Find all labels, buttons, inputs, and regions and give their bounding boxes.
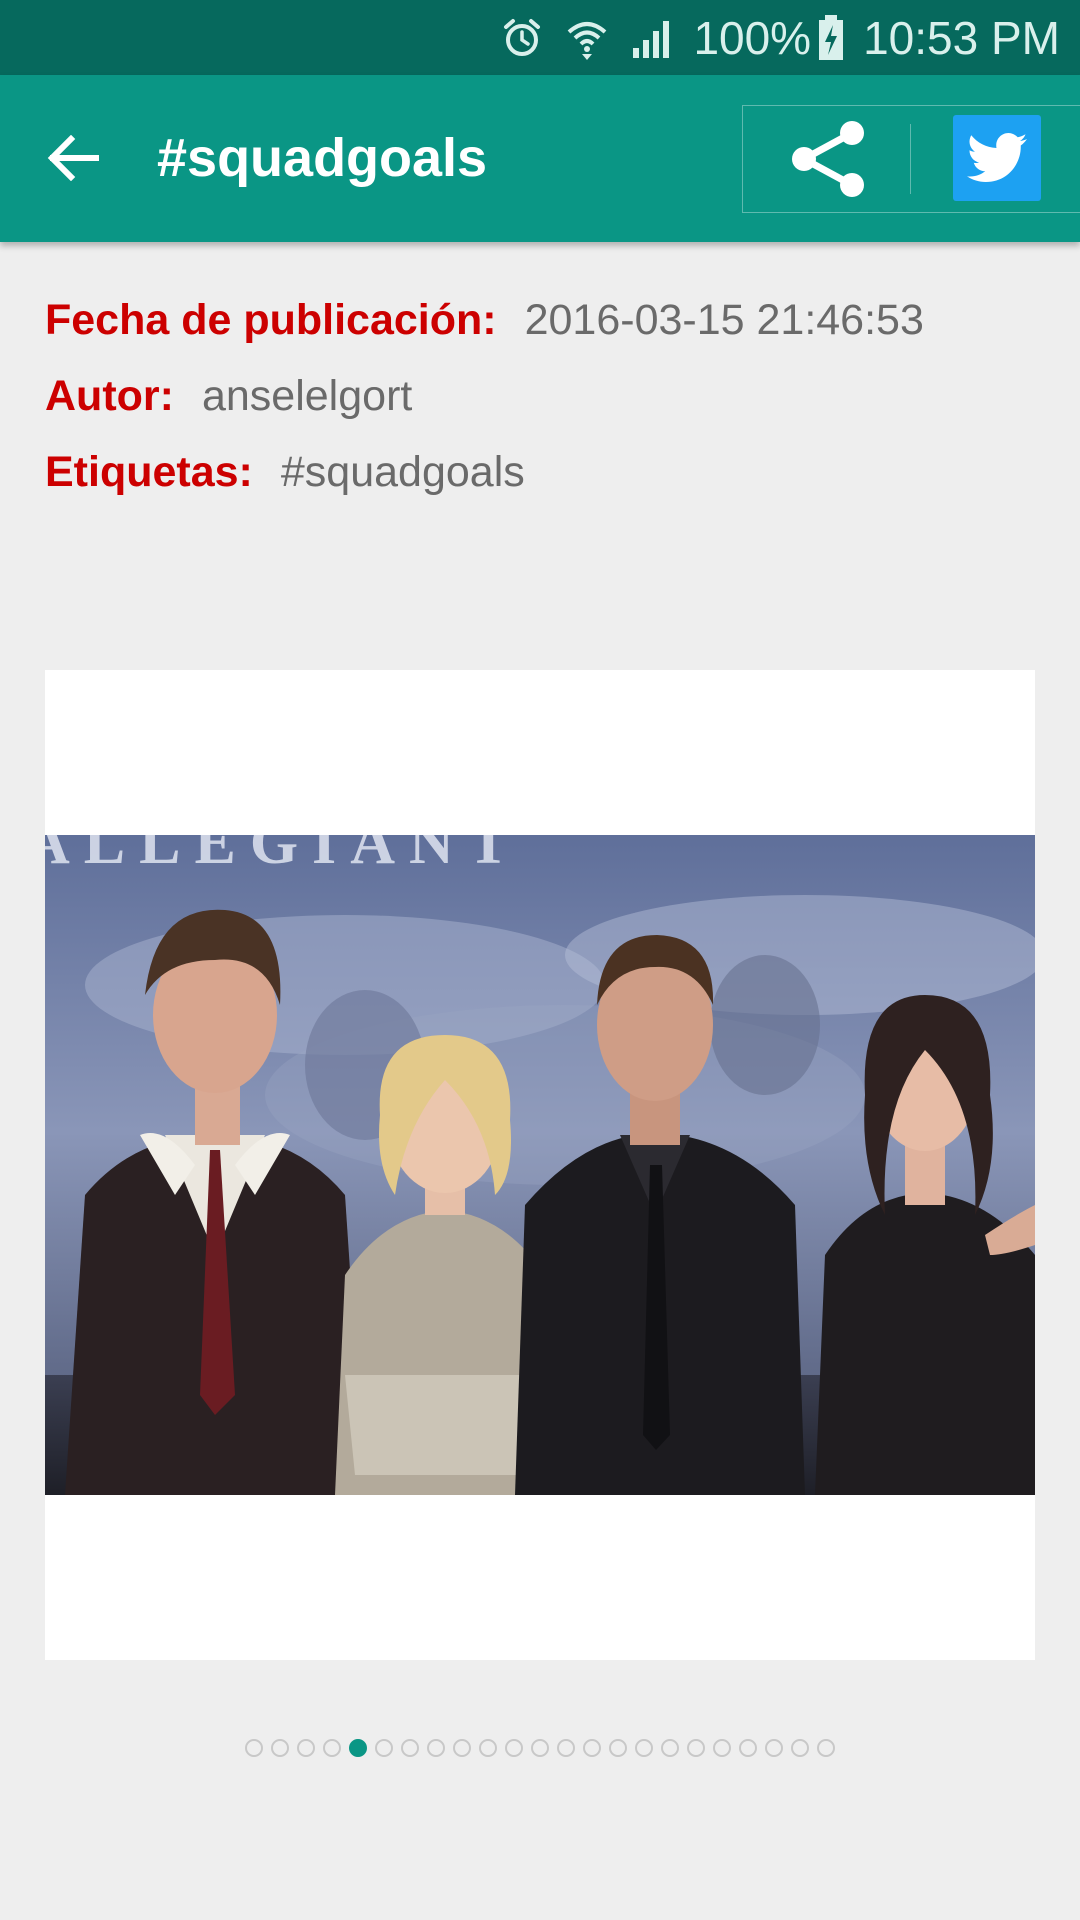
share-button[interactable] — [783, 114, 873, 204]
cell-signal-icon — [631, 18, 675, 58]
pager-dot[interactable] — [609, 1739, 627, 1757]
share-icon — [792, 121, 864, 197]
pager-dot[interactable] — [323, 1739, 341, 1757]
pager-dot[interactable] — [297, 1739, 315, 1757]
pager-dot[interactable] — [557, 1739, 575, 1757]
pager-dot[interactable] — [531, 1739, 549, 1757]
post-photo[interactable]: ALLEGIANT — [45, 835, 1035, 1495]
image-card[interactable]: ALLEGIANT — [45, 670, 1035, 1660]
pager-dot[interactable] — [713, 1739, 731, 1757]
author-value: anselelgort — [201, 372, 413, 420]
pager-dot[interactable] — [635, 1739, 653, 1757]
pager-dot[interactable] — [687, 1739, 705, 1757]
author-row: Autor: anselelgort — [45, 366, 924, 442]
page-title: #squadgoals — [157, 128, 488, 188]
pager-dot[interactable] — [661, 1739, 679, 1757]
back-arrow-icon — [47, 135, 99, 181]
pager-dot[interactable] — [583, 1739, 601, 1757]
date-label: Fecha de publicación: — [45, 296, 497, 344]
action-buttons — [742, 105, 1080, 213]
pager-dot[interactable] — [505, 1739, 523, 1757]
pager-dot[interactable] — [739, 1739, 757, 1757]
pager-dot[interactable] — [271, 1739, 289, 1757]
author-label: Autor: — [45, 372, 174, 420]
pager-dot[interactable] — [427, 1739, 445, 1757]
wifi-icon — [565, 16, 609, 60]
banner-text: ALLEGIANT — [45, 835, 523, 877]
twitter-button[interactable] — [953, 115, 1041, 201]
clock: 10:53 PM — [863, 11, 1060, 64]
pager-dot[interactable] — [401, 1739, 419, 1757]
twitter-icon — [967, 133, 1027, 182]
pager-dot-active[interactable] — [349, 1739, 367, 1757]
tags-value[interactable]: #squadgoals — [281, 448, 525, 496]
pager-dot[interactable] — [479, 1739, 497, 1757]
alarm-icon — [501, 17, 543, 59]
pager-dot[interactable] — [765, 1739, 783, 1757]
back-button[interactable] — [38, 123, 108, 193]
tags-label: Etiquetas: — [45, 448, 253, 496]
image-pager[interactable] — [0, 1736, 1080, 1760]
pager-dot[interactable] — [375, 1739, 393, 1757]
date-value: 2016-03-15 21:46:53 — [524, 296, 924, 344]
date-row: Fecha de publicación: 2016-03-15 21:46:53 — [45, 290, 924, 366]
pager-dot[interactable] — [791, 1739, 809, 1757]
post-meta: Fecha de publicación: 2016-03-15 21:46:53… — [45, 290, 924, 518]
pager-dot[interactable] — [817, 1739, 835, 1757]
battery-charging-icon — [817, 14, 845, 61]
app-bar: #squadgoals — [0, 75, 1080, 242]
pager-dot[interactable] — [245, 1739, 263, 1757]
pager-dot[interactable] — [453, 1739, 471, 1757]
action-divider — [910, 124, 911, 194]
group-photo-image: ALLEGIANT — [45, 835, 1035, 1495]
battery-percent: 100% — [693, 11, 812, 64]
tags-row: Etiquetas: #squadgoals — [45, 442, 924, 518]
status-bar: 100% 10:53 PM — [0, 0, 1080, 75]
